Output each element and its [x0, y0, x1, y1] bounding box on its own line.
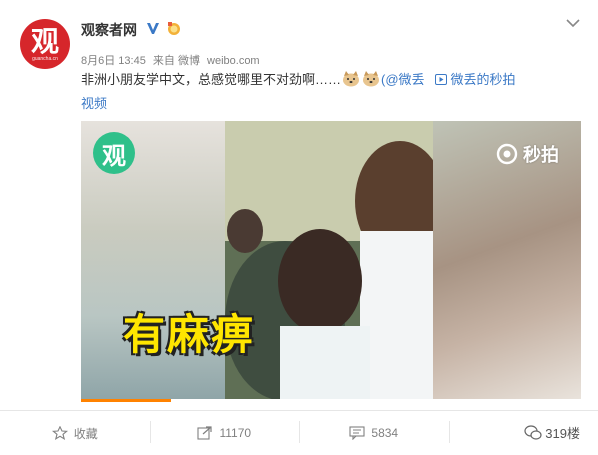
video-link[interactable]: 微丢的秒拍	[451, 72, 516, 87]
post-text: 非洲小朋友学中文，总感觉哪里不对劲啊…… (@微丢 微丢的秒拍视频	[81, 68, 586, 116]
account-name[interactable]: 观察者网	[81, 20, 137, 40]
doge-emoji-icon	[363, 71, 380, 87]
video-subtitle: 有麻痹	[123, 311, 256, 358]
repost-button[interactable]: 11170	[149, 411, 300, 455]
mention-link[interactable]: (@微丢	[381, 72, 425, 87]
video-link-continued[interactable]: 视频	[81, 96, 107, 111]
post-via: 来自 微博	[152, 55, 200, 67]
miaopai-logo-icon	[496, 143, 518, 165]
wechat-watermark: 319楼	[524, 423, 580, 442]
post-body: 非洲小朋友学中文，总感觉哪里不对劲啊……	[81, 72, 342, 87]
miaopai-label: 秒拍	[523, 145, 559, 165]
video-progress-bar[interactable]	[81, 399, 171, 402]
weibo-post-card: 观 guancha.cn 观察者网 8月6日 13:45 来自 微博 weibo…	[0, 0, 598, 455]
doge-emoji-icon	[343, 71, 360, 87]
avatar-glyph: 观	[30, 26, 59, 57]
video-scene	[225, 121, 445, 399]
repost-icon	[197, 426, 213, 440]
account-avatar[interactable]: 观 guancha.cn	[20, 19, 70, 69]
video-link-icon	[434, 74, 447, 85]
avatar-caption: guancha.cn	[32, 56, 58, 62]
comment-count: 5834	[371, 426, 399, 440]
favorite-label: 收藏	[73, 426, 98, 441]
watermark-label: 319楼	[545, 426, 580, 441]
repost-count: 11170	[219, 426, 252, 440]
post-source[interactable]: weibo.com	[207, 55, 260, 67]
chevron-down-icon[interactable]	[566, 18, 580, 28]
wechat-icon	[524, 424, 542, 440]
video-player[interactable]: 观 秒拍 有麻痹	[81, 121, 581, 399]
action-bar: 收藏 11170 5834	[0, 411, 598, 455]
star-icon	[51, 426, 68, 440]
post-meta: 8月6日 13:45 来自 微博 weibo.com	[81, 52, 264, 68]
comment-button[interactable]: 5834	[299, 411, 449, 455]
verified-v-icon	[147, 23, 159, 34]
post-timestamp[interactable]: 8月6日 13:45	[81, 55, 146, 67]
video-frame	[225, 121, 445, 399]
comment-icon	[349, 426, 365, 440]
medal-icon[interactable]	[166, 21, 182, 36]
favorite-button[interactable]: 收藏	[0, 411, 150, 455]
guancha-logo: 观	[93, 132, 135, 174]
miaopai-watermark: 秒拍	[496, 141, 559, 167]
